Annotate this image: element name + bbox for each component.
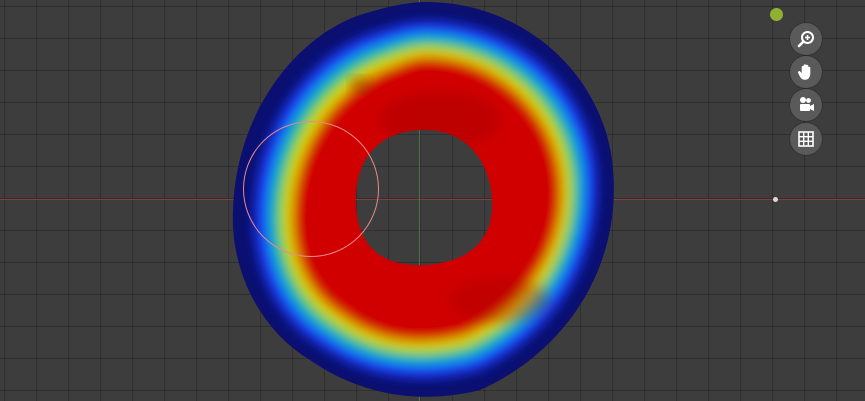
toggle-grid-button[interactable] (790, 123, 822, 155)
brush-cursor-circle (243, 121, 379, 257)
hand-icon (798, 64, 811, 80)
3d-viewport[interactable] (0, 0, 865, 401)
pan-button[interactable] (790, 56, 822, 88)
light-object-dot[interactable] (773, 197, 778, 202)
zoom-in-icon (797, 31, 814, 48)
camera-button[interactable] (790, 89, 822, 121)
grid-icon (798, 131, 814, 147)
orientation-gizmo-dot[interactable] (770, 8, 783, 21)
camera-icon (800, 97, 814, 111)
donut-mesh-weight-paint[interactable] (0, 0, 865, 401)
zoom-button[interactable] (790, 23, 822, 55)
